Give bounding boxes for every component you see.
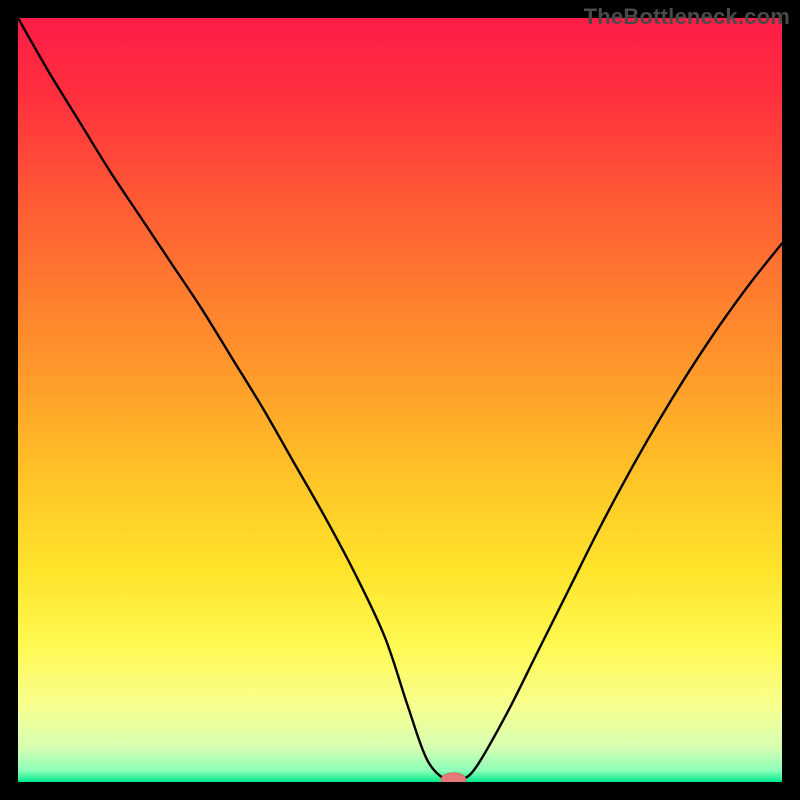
- plot-area: [18, 18, 782, 782]
- gradient-background: [18, 18, 782, 782]
- bottleneck-chart-svg: [18, 18, 782, 782]
- watermark-text: TheBottleneck.com: [584, 4, 790, 30]
- chart-frame: TheBottleneck.com: [0, 0, 800, 800]
